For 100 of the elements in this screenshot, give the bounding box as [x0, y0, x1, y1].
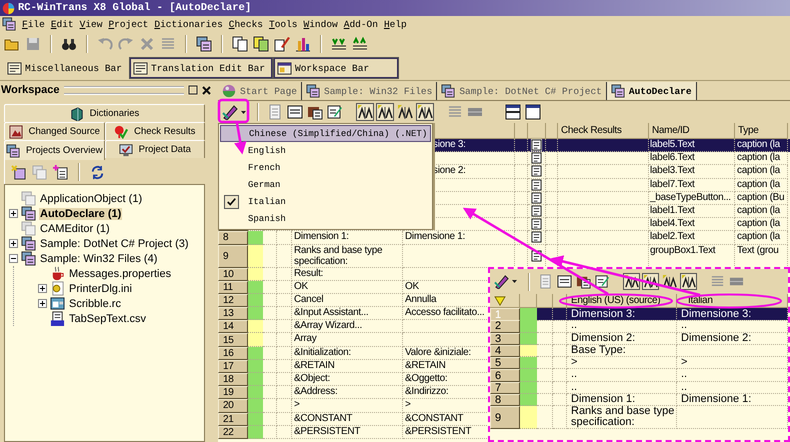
- table-cell: Dimensione 1:: [677, 394, 788, 406]
- column-toggle-icon[interactable]: [357, 104, 373, 120]
- row-number: 14: [218, 320, 248, 334]
- column-toggle-icon[interactable]: [397, 104, 413, 120]
- refresh-icon[interactable]: [90, 164, 105, 180]
- table-cell: Dimensione 2:: [677, 332, 788, 345]
- document-icon: [531, 231, 542, 244]
- new-project-icon[interactable]: [11, 164, 26, 180]
- panel-tab[interactable]: Project Data: [104, 140, 205, 158]
- table-cell: >: [567, 357, 677, 370]
- arrows-icon[interactable]: [331, 36, 347, 52]
- menu-item[interactable]: Dictionaries: [154, 18, 223, 30]
- table-cell: ..: [567, 369, 677, 382]
- column-toggle-icon[interactable]: [662, 274, 677, 289]
- menu-item[interactable]: Add-On: [344, 18, 378, 30]
- pencil-icon[interactable]: [274, 36, 290, 52]
- toolbar-icon: [7, 60, 22, 76]
- form-icon[interactable]: [557, 274, 572, 289]
- document-tab[interactable]: Sample: DotNet C# Project: [437, 82, 607, 100]
- table-cell: Base Type:: [567, 344, 677, 358]
- document-icon: [531, 178, 542, 191]
- arrows-icon[interactable]: [352, 36, 368, 52]
- column-toggle-icon[interactable]: [417, 104, 433, 120]
- tree-item[interactable]: TabSepText.csv: [68, 312, 148, 324]
- row-number: 16: [218, 346, 248, 360]
- expand-icon[interactable]: [38, 299, 47, 308]
- selected-row[interactable]: 1 Dimension 3: Dimensione 3:: [490, 308, 788, 320]
- menu-item[interactable]: Italian: [220, 193, 431, 210]
- annotation-arrow: [234, 122, 246, 154]
- table-cell: Dimension 1:: [292, 231, 403, 244]
- menu-item[interactable]: German: [220, 176, 431, 193]
- table-cell: &Array Wizard...: [292, 320, 403, 334]
- panel-tab[interactable]: Changed Source: [4, 122, 104, 140]
- toolbar-icon: [133, 60, 148, 76]
- windows-icon: [610, 84, 625, 98]
- pen-icon: [222, 104, 238, 120]
- menu-item[interactable]: Window: [304, 18, 338, 30]
- check-icon: [114, 124, 128, 138]
- table-cell: Dimensione 1:: [403, 231, 515, 244]
- menu-item[interactable]: Help: [384, 18, 407, 30]
- expand-icon[interactable]: [9, 239, 18, 248]
- menu-item[interactable]: View: [80, 18, 102, 30]
- table-cell: label1.Text: [649, 204, 735, 218]
- menu-item[interactable]: Chinese (Simplified/China) (.NET): [220, 125, 431, 142]
- toolbar-toggle[interactable]: Workspace Bar: [274, 58, 398, 78]
- row-number: 21: [218, 412, 248, 426]
- table-cell: &RETAIN: [292, 360, 403, 373]
- windows-icon[interactable]: [196, 36, 212, 52]
- split-window-icon[interactable]: [505, 104, 521, 120]
- menu-item[interactable]: Checks: [228, 18, 263, 30]
- column-toggle-icon[interactable]: [681, 274, 696, 289]
- menu-item[interactable]: File: [22, 18, 45, 30]
- bar-chart-icon[interactable]: [295, 36, 311, 52]
- tree-item[interactable]: AutoDeclare (1): [39, 208, 122, 220]
- edit-icon[interactable]: [327, 104, 343, 120]
- window-icon[interactable]: [525, 104, 541, 120]
- tree-item[interactable]: Sample: DotNet C# Project (3): [39, 238, 190, 250]
- document-icon[interactable]: [2, 17, 16, 31]
- tree-item[interactable]: Scribble.rc: [68, 298, 122, 310]
- row-number: 8: [218, 231, 248, 244]
- expand-icon[interactable]: [38, 284, 47, 293]
- tree-item[interactable]: PrinterDlg.ini: [68, 282, 133, 294]
- menu-item[interactable]: Project: [108, 18, 148, 30]
- column-toggle-icon[interactable]: [377, 104, 393, 120]
- panel-tab[interactable]: Projects Overview: [4, 140, 104, 160]
- collapse-icon[interactable]: [9, 254, 18, 263]
- database-icon[interactable]: [576, 274, 591, 289]
- row-number: 7: [490, 382, 520, 394]
- panel-tab[interactable]: Dictionaries: [4, 104, 205, 122]
- add-file-icon[interactable]: [53, 164, 68, 180]
- document-tab[interactable]: Sample: Win32 Files: [302, 82, 438, 100]
- document-icon: [531, 165, 542, 178]
- expand-icon[interactable]: [9, 209, 18, 218]
- document-icon: [531, 192, 542, 204]
- grip-handle[interactable]: [64, 86, 184, 94]
- close-icon[interactable]: [202, 86, 211, 94]
- copy-icon[interactable]: [232, 36, 248, 52]
- document-tab[interactable]: AutoDeclare: [606, 82, 697, 100]
- table-cell: ..: [677, 369, 788, 382]
- document-tab[interactable]: Start Page: [218, 82, 302, 100]
- panel-tab[interactable]: Check Results: [104, 122, 205, 140]
- copy-icon[interactable]: [253, 36, 269, 52]
- toolbar-toggle[interactable]: Miscellaneous Bar: [4, 58, 128, 78]
- table-cell: label4.Text: [649, 218, 735, 232]
- binoculars-icon[interactable]: [61, 36, 77, 52]
- form-icon[interactable]: [287, 104, 303, 120]
- maximize-icon[interactable]: [188, 85, 198, 95]
- row-number: 17: [218, 360, 248, 373]
- table-cell: Dimension 1:: [567, 394, 677, 406]
- menu-item[interactable]: Spanish: [220, 210, 431, 227]
- document-icon: [531, 152, 542, 164]
- edit-icon[interactable]: [595, 274, 610, 289]
- database-icon[interactable]: [307, 104, 323, 120]
- tree-item[interactable]: Messages.properties: [68, 268, 172, 280]
- monitor-icon: [118, 142, 133, 156]
- tree-item[interactable]: Sample: Win32 Files (4): [39, 252, 158, 264]
- menu-item[interactable]: Tools: [269, 18, 298, 30]
- toolbar-toggle[interactable]: Translation Edit Bar: [130, 58, 272, 78]
- table-cell: ..: [677, 320, 788, 333]
- menu-item[interactable]: Edit: [50, 18, 74, 30]
